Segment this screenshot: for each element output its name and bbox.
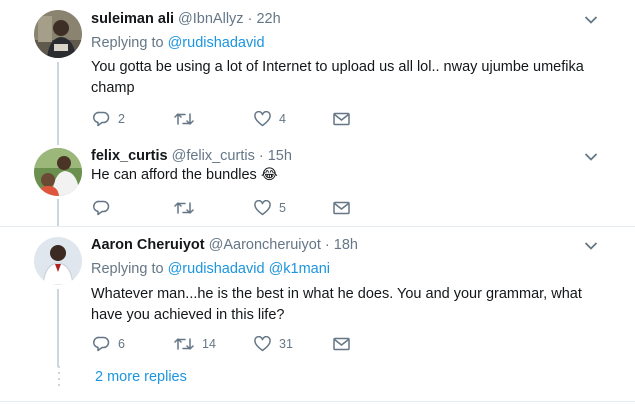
replying-to: Replying to @rudishadavid bbox=[91, 35, 265, 51]
retweet-icon bbox=[174, 202, 194, 214]
show-more-replies-link[interactable]: 2 more replies bbox=[95, 369, 187, 385]
like-button[interactable]: 4 bbox=[254, 110, 286, 128]
direct-message-button[interactable] bbox=[333, 110, 350, 128]
separator-dot: · bbox=[258, 148, 264, 164]
reply-icon bbox=[93, 200, 110, 216]
direct-message-button[interactable] bbox=[333, 335, 350, 353]
thread-line bbox=[57, 199, 59, 226]
tweet-text-line: He can afford the bundles 😂 bbox=[91, 167, 278, 183]
reply-button[interactable] bbox=[93, 199, 118, 217]
replying-to-label: Replying to bbox=[91, 35, 164, 51]
thread-dots bbox=[57, 364, 61, 388]
retweet-button[interactable]: 14 bbox=[174, 335, 216, 353]
conversation-divider bbox=[0, 401, 635, 402]
chevron-down-icon[interactable] bbox=[584, 15, 598, 25]
thread-line bbox=[57, 289, 59, 367]
tweet-text-line: champ bbox=[91, 80, 135, 96]
like-count: 4 bbox=[279, 112, 286, 126]
replying-to: Replying to @rudishadavid @k1mani bbox=[91, 261, 330, 277]
tweet-text: You gotta be using a lot of Internet to … bbox=[91, 57, 621, 99]
separator-dot: · bbox=[247, 11, 253, 27]
tweet-text: Whatever man...he is the best in what he… bbox=[91, 284, 621, 326]
heart-icon bbox=[254, 336, 271, 352]
timestamp[interactable]: 22h bbox=[256, 11, 280, 27]
reply-button[interactable]: 6 bbox=[93, 335, 125, 353]
retweet-button[interactable] bbox=[174, 199, 202, 217]
tweet-header: suleiman ali @IbnAllyz · 22h bbox=[91, 11, 281, 27]
tweet-text-line: have you achieved in this life? bbox=[91, 307, 285, 323]
timestamp[interactable]: 18h bbox=[334, 237, 358, 253]
tweet-header: felix_curtis @felix_curtis · 15h bbox=[91, 148, 292, 164]
display-name[interactable]: Aaron Cheruiyot bbox=[91, 237, 205, 253]
tweet-text-line: You gotta be using a lot of Internet to … bbox=[91, 59, 584, 75]
timestamp[interactable]: 15h bbox=[268, 148, 292, 164]
envelope-icon bbox=[333, 112, 350, 126]
retweet-button[interactable] bbox=[174, 110, 202, 128]
like-count: 5 bbox=[279, 201, 286, 215]
tweet-text: He can afford the bundles 😂 bbox=[91, 165, 621, 186]
reply-button[interactable]: 2 bbox=[93, 110, 125, 128]
retweet-count: 14 bbox=[202, 337, 216, 351]
display-name[interactable]: suleiman ali bbox=[91, 11, 174, 27]
separator-dot: · bbox=[324, 237, 330, 253]
reply-count: 6 bbox=[118, 337, 125, 351]
tweet-actions: 6 14 31 bbox=[93, 335, 363, 353]
heart-icon bbox=[254, 111, 271, 127]
tweet-actions: 2 4 bbox=[93, 110, 363, 128]
display-name[interactable]: felix_curtis bbox=[91, 148, 168, 164]
reply-icon bbox=[93, 111, 110, 127]
thread-line bbox=[57, 62, 59, 139]
retweet-icon bbox=[174, 113, 194, 125]
tweet-text-line: Whatever man...he is the best in what he… bbox=[91, 286, 582, 302]
tweet-actions: 5 bbox=[93, 199, 363, 217]
tweet-suleiman-ali[interactable]: suleiman ali @IbnAllyz · 22h Replying to… bbox=[0, 0, 635, 139]
tweet-header: Aaron Cheruiyot @Aaroncheruiyot · 18h bbox=[91, 237, 358, 253]
like-button[interactable]: 5 bbox=[254, 199, 286, 217]
like-button[interactable]: 31 bbox=[254, 335, 293, 353]
chevron-down-icon[interactable] bbox=[584, 152, 598, 162]
chevron-down-icon[interactable] bbox=[584, 241, 598, 251]
tweet-felix-curtis[interactable]: felix_curtis @felix_curtis · 15h He can … bbox=[0, 139, 635, 226]
envelope-icon bbox=[333, 337, 350, 351]
heart-icon bbox=[254, 200, 271, 216]
username[interactable]: @Aaroncheruiyot bbox=[209, 237, 321, 253]
avatar[interactable] bbox=[34, 237, 82, 285]
mention-link[interactable]: @k1mani bbox=[269, 261, 330, 277]
envelope-icon bbox=[333, 201, 350, 215]
mention-link[interactable]: @rudishadavid bbox=[168, 35, 265, 51]
direct-message-button[interactable] bbox=[333, 199, 350, 217]
username[interactable]: @felix_curtis bbox=[172, 148, 255, 164]
retweet-icon bbox=[174, 338, 194, 350]
replying-to-label: Replying to bbox=[91, 261, 164, 277]
avatar[interactable] bbox=[34, 10, 82, 58]
thread-line bbox=[57, 139, 59, 145]
reply-count: 2 bbox=[118, 112, 125, 126]
avatar[interactable] bbox=[34, 148, 82, 196]
mention-link[interactable]: @rudishadavid bbox=[168, 261, 265, 277]
like-count: 31 bbox=[279, 337, 293, 351]
tweet-aaron-cheruiyot[interactable]: Aaron Cheruiyot @Aaroncheruiyot · 18h Re… bbox=[0, 227, 635, 367]
username[interactable]: @IbnAllyz bbox=[178, 11, 244, 27]
reply-icon bbox=[93, 336, 110, 352]
